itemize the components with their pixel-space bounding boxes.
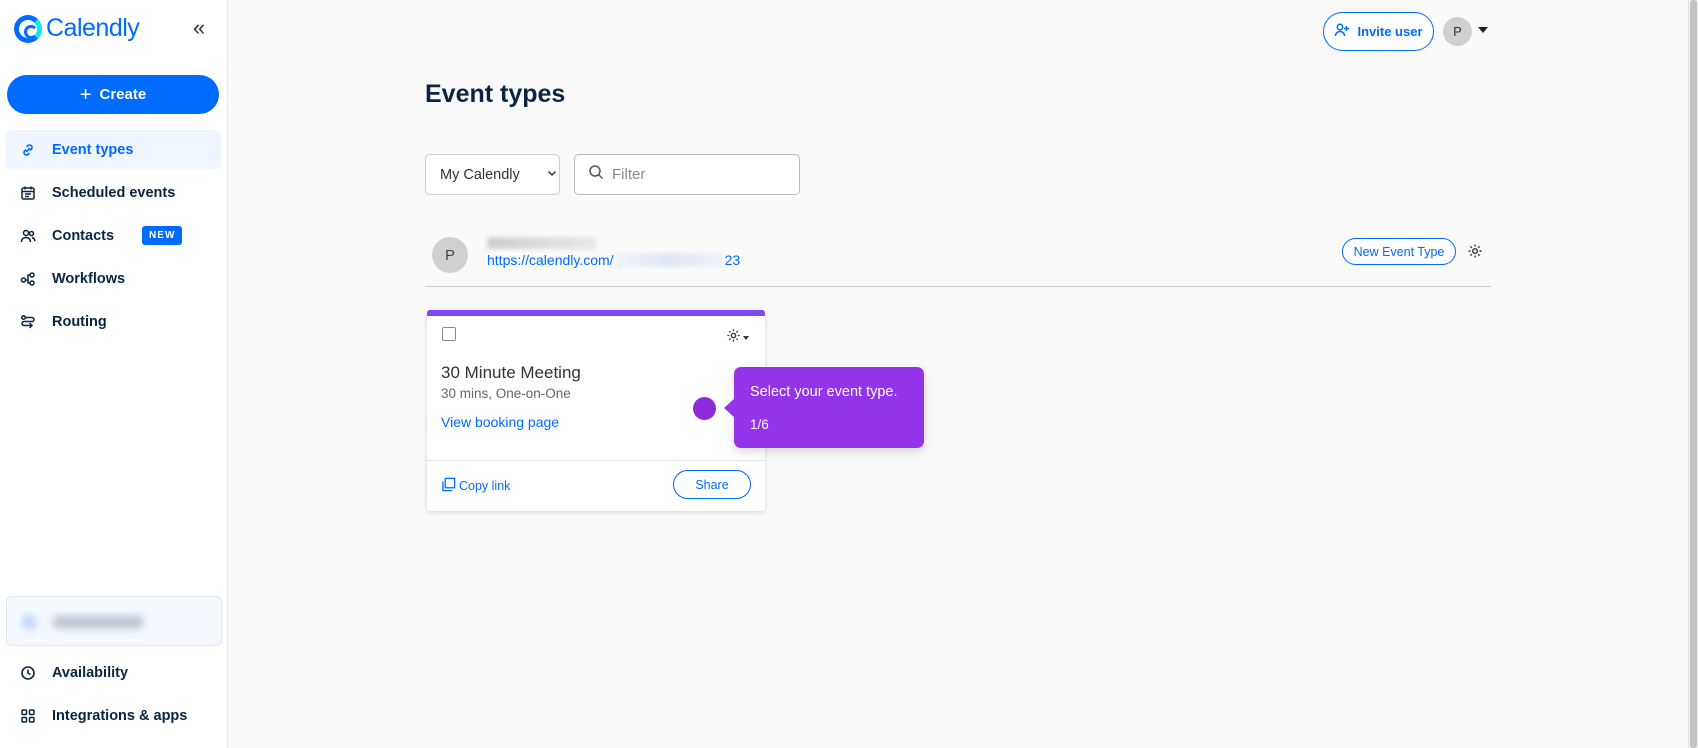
sidebar-item-scheduled-events[interactable]: Scheduled events (6, 173, 221, 212)
sidebar-item-integrations[interactable]: Integrations & apps (6, 696, 221, 735)
account-menu-caret-icon[interactable] (1478, 27, 1488, 33)
copy-link-label: Copy link (459, 479, 511, 493)
sidebar-item-label: Integrations & apps (52, 707, 188, 724)
filter-input[interactable] (612, 166, 782, 183)
gear-icon (726, 328, 741, 348)
scrollbar[interactable] (1688, 0, 1698, 748)
routing-icon (20, 314, 36, 330)
new-event-type-button[interactable]: New Event Type (1342, 238, 1456, 265)
event-select-checkbox[interactable] (442, 327, 456, 341)
sidebar-item-label: Workflows (52, 270, 126, 287)
event-settings-menu[interactable] (726, 328, 749, 348)
sidebar-item-label: Routing (52, 313, 107, 330)
copy-icon (441, 477, 456, 495)
sidebar-item-availability[interactable]: Availability (6, 653, 221, 692)
scrollbar-thumb[interactable] (1690, 0, 1697, 748)
card-footer: Copy link Share (427, 460, 765, 511)
event-details: 30 mins, One-on-One (441, 386, 571, 401)
new-badge: NEW (142, 226, 183, 245)
sidebar-item-label: Event types (52, 141, 134, 158)
sidebar-item-redacted[interactable] (6, 596, 222, 646)
sidebar-item-workflows[interactable]: Workflows (6, 259, 221, 298)
guide-hotspot[interactable] (693, 397, 716, 420)
calendly-select[interactable]: My Calendly (425, 154, 560, 195)
caret-down-icon (743, 336, 749, 340)
link-icon (20, 142, 36, 158)
chevron-down-icon (546, 167, 558, 183)
collapse-sidebar-icon[interactable]: « (193, 17, 205, 39)
add-user-icon (1334, 22, 1350, 41)
calendar-icon (20, 185, 36, 201)
user-scheduling-link[interactable]: https://calendly.com/ 23 (487, 252, 740, 268)
calendly-logo[interactable]: Calendly (14, 14, 140, 43)
section-divider (425, 286, 1491, 287)
account-avatar[interactable]: P (1443, 17, 1472, 46)
invite-user-label: Invite user (1357, 24, 1423, 39)
select-value: My Calendly (440, 166, 520, 183)
user-avatar: P (432, 237, 468, 273)
calendly-logo-icon (14, 14, 42, 43)
copy-link-button[interactable]: Copy link (441, 477, 510, 495)
link-suffix: 23 (724, 252, 741, 268)
grid-icon (20, 708, 36, 724)
sidebar-item-routing[interactable]: Routing (6, 302, 221, 341)
sidebar-item-label: Scheduled events (52, 184, 176, 201)
link-prefix: https://calendly.com/ (487, 252, 614, 268)
event-title: 30 Minute Meeting (441, 363, 581, 382)
workflow-icon (20, 271, 36, 287)
link-redacted (615, 253, 723, 267)
sidebar-item-label: Contacts (52, 227, 115, 244)
sidebar-item-event-types[interactable]: Event types (6, 130, 221, 169)
page-title: Event types (425, 80, 566, 108)
sidebar-bottom-nav: Availability Integrations & apps (6, 653, 221, 739)
create-button-label: Create (99, 86, 147, 103)
sidebar-item-label: Availability (52, 664, 129, 681)
create-button[interactable]: + Create (7, 75, 219, 114)
logo-text: Calendly (46, 14, 140, 42)
plus-icon: + (79, 83, 92, 106)
guide-tooltip: Select your event type. 1/6 (724, 367, 924, 448)
share-button[interactable]: Share (673, 470, 751, 499)
guide-step-counter: 1/6 (750, 417, 769, 432)
gear-icon[interactable] (1467, 243, 1483, 264)
view-booking-page-link[interactable]: View booking page (441, 414, 559, 430)
search-icon (588, 164, 604, 185)
guide-text: Select your event type. (750, 384, 898, 400)
sidebar-nav: Event types Scheduled events Contacts NE… (6, 130, 221, 345)
clock-icon (20, 665, 36, 681)
sidebar-item-contacts[interactable]: Contacts NEW (6, 216, 221, 255)
invite-user-button[interactable]: Invite user (1323, 12, 1434, 51)
contacts-icon (20, 228, 36, 244)
filter-field[interactable] (574, 154, 800, 195)
sidebar: Calendly « + Create Event types Schedule… (0, 0, 228, 748)
user-name-redacted (487, 237, 597, 249)
